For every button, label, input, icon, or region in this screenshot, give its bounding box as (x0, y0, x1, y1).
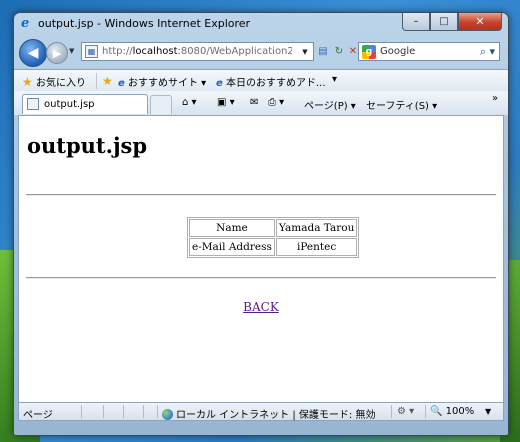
back-link: BACK (19, 300, 503, 314)
new-tab-button[interactable] (150, 95, 172, 114)
separator (143, 405, 144, 418)
separator (157, 405, 158, 418)
zoom-dropdown-icon[interactable]: ▼ (485, 407, 491, 416)
page-menu[interactable]: ページ(P) ▾ (304, 97, 356, 112)
favorites-bar: ★ お気に入り ★ e おすすめサイト ▾ e 本日のおすすめアド... ▾ (14, 69, 508, 92)
window-title: output.jsp - Windows Internet Explorer (38, 17, 251, 30)
forward-button[interactable]: ▶ (46, 42, 68, 64)
window-controls: – □ ✕ (402, 13, 502, 31)
table-cell-label: e-Mail Address (189, 238, 275, 256)
favorites-more-dropdown[interactable]: ▾ (332, 74, 337, 85)
safety-menu[interactable]: セーフティ(S) ▾ (366, 97, 437, 112)
page-heading: output.jsp (27, 133, 148, 158)
table-cell-value: Yamada Tarou (275, 219, 358, 237)
add-ons-icon[interactable]: ⚙ ▾ (397, 406, 414, 417)
separator (81, 405, 82, 418)
separator (96, 73, 97, 89)
tab-bar: output.jsp ⌂ ▾ ▣ ▾ ✉ ⎙ ▾ ページ(P) ▾ セーフティ(… (14, 91, 508, 115)
maximize-button[interactable]: □ (430, 13, 458, 31)
recent-pages-dropdown-icon[interactable]: ▼ (69, 47, 74, 55)
address-dropdown-icon[interactable]: ▼ (298, 44, 312, 59)
google-logo-icon: g (362, 45, 376, 59)
favorite-link-recommended-sites[interactable]: e おすすめサイト ▾ (118, 74, 206, 89)
table-cell-label: Name (189, 219, 275, 237)
favorites-star-icon: ★ (22, 75, 33, 89)
separator (123, 405, 124, 418)
separator (425, 405, 426, 418)
address-url[interactable]: http://localhost:8080/WebApplication25/C (102, 46, 292, 57)
print-icon[interactable]: ⎙ ▾ (268, 97, 284, 108)
table-row: e-Mail Address iPentec (189, 238, 358, 256)
favorite-link-todays-addons[interactable]: e 本日のおすすめアド... (216, 74, 326, 89)
compatibility-view-icon[interactable]: ▤ (315, 43, 331, 60)
navigation-bar: ◀ ▶ ▼ ▦ http://localhost:8080/WebApplica… (14, 37, 508, 67)
status-bar: ページ ローカル イントラネット | 保護モード: 無効 ⚙ ▾ 🔍 100% … (18, 403, 504, 421)
address-bar[interactable]: ▦ http://localhost:8080/WebApplication25… (81, 42, 314, 61)
status-text: ページ (23, 410, 53, 421)
tab-label: output.jsp (44, 99, 95, 110)
add-favorite-icon[interactable]: ★ (102, 74, 113, 88)
home-icon[interactable]: ⌂ ▾ (182, 97, 197, 108)
intranet-globe-icon (162, 409, 173, 420)
page-icon: ▦ (85, 45, 98, 58)
search-box[interactable]: g Google ⌕ ▾ (358, 42, 500, 61)
tab-output-jsp[interactable]: output.jsp (22, 94, 148, 114)
page-content: output.jsp Name Yamada Tarou e-Mail Addr… (18, 115, 504, 403)
zoom-icon: 🔍 (430, 406, 443, 417)
browser-window: e output.jsp - Windows Internet Explorer… (13, 12, 509, 436)
zoom-control[interactable]: 🔍 100% (430, 406, 474, 417)
back-link-text[interactable]: BACK (243, 300, 279, 314)
more-commands-chevron-icon[interactable]: » (492, 93, 498, 104)
back-button[interactable]: ◀ (19, 39, 47, 67)
minimize-button[interactable]: – (402, 13, 430, 31)
horizontal-rule-top (26, 194, 496, 196)
title-bar: e output.jsp - Windows Internet Explorer… (14, 13, 508, 35)
horizontal-rule-bottom (26, 277, 496, 279)
search-input[interactable]: Google (380, 46, 415, 57)
table-row: Name Yamada Tarou (189, 219, 358, 237)
separator (391, 405, 392, 418)
search-icon[interactable]: ⌕ ▾ (480, 45, 495, 59)
page-icon (27, 98, 39, 110)
close-button[interactable]: ✕ (458, 13, 502, 31)
read-mail-icon[interactable]: ✉ (250, 97, 258, 108)
separator (103, 405, 104, 418)
security-zone[interactable]: ローカル イントラネット | 保護モード: 無効 (162, 406, 375, 421)
feeds-icon[interactable]: ▣ ▾ (217, 97, 235, 108)
data-table: Name Yamada Tarou e-Mail Address iPentec (187, 217, 360, 258)
ie-logo-icon: e (21, 16, 30, 31)
favorites-button[interactable]: ★ お気に入り (22, 74, 86, 89)
table-cell-value: iPentec (275, 238, 358, 256)
